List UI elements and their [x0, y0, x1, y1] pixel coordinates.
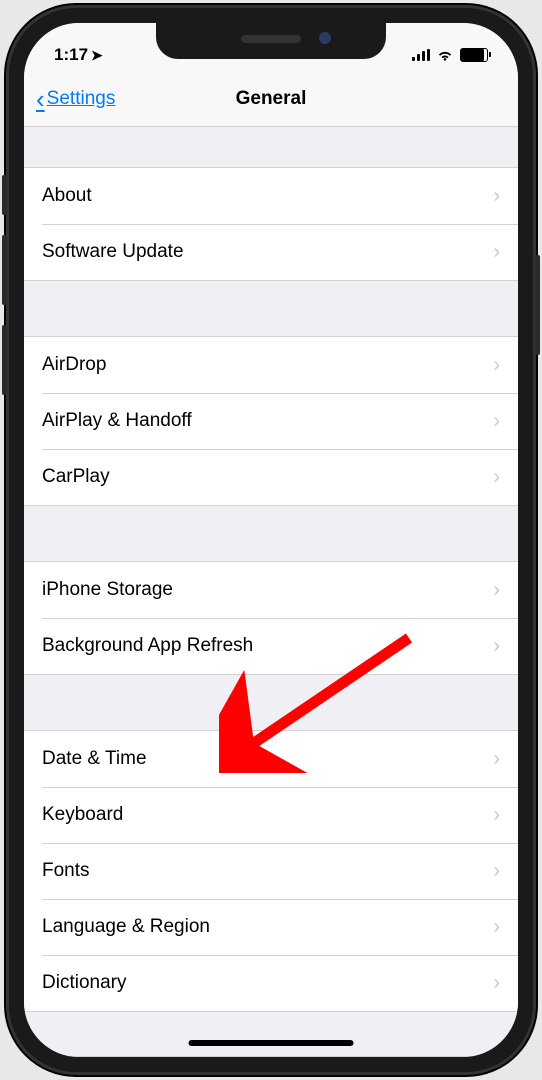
settings-group: About › Software Update ›: [24, 167, 518, 281]
row-iphone-storage[interactable]: iPhone Storage ›: [24, 562, 518, 618]
row-label: Software Update: [42, 241, 184, 263]
row-airdrop[interactable]: AirDrop ›: [24, 337, 518, 393]
row-label: iPhone Storage: [42, 579, 173, 601]
volume-down-button: [2, 325, 7, 395]
row-keyboard[interactable]: Keyboard ›: [24, 787, 518, 843]
row-label: AirPlay & Handoff: [42, 410, 192, 432]
settings-group: VPN Not Connected ›: [24, 1056, 518, 1057]
chevron-right-icon: ›: [493, 185, 500, 208]
row-label: AirDrop: [42, 354, 106, 376]
status-right: [412, 48, 488, 62]
chevron-right-icon: ›: [493, 748, 500, 771]
row-background-app-refresh[interactable]: Background App Refresh ›: [24, 618, 518, 674]
status-left: 1:17 ➤: [54, 45, 103, 65]
cellular-signal-icon: [412, 49, 430, 61]
chevron-right-icon: ›: [493, 579, 500, 602]
volume-up-button: [2, 235, 7, 305]
back-button[interactable]: ‹ Settings: [36, 86, 115, 112]
wifi-icon: [436, 48, 454, 62]
mute-switch: [2, 175, 7, 215]
chevron-left-icon: ‹: [36, 86, 45, 112]
chevron-right-icon: ›: [493, 972, 500, 995]
row-language-region[interactable]: Language & Region ›: [24, 899, 518, 955]
chevron-right-icon: ›: [493, 410, 500, 433]
group-spacer: [24, 127, 518, 167]
row-label: About: [42, 185, 92, 207]
row-date-time[interactable]: Date & Time ›: [24, 731, 518, 787]
row-label: Fonts: [42, 860, 90, 882]
row-label: Dictionary: [42, 972, 126, 994]
page-title: General: [236, 88, 307, 110]
row-fonts[interactable]: Fonts ›: [24, 843, 518, 899]
row-label: Keyboard: [42, 804, 123, 826]
content-scroll[interactable]: About › Software Update › AirDrop › AirP…: [24, 127, 518, 1057]
row-label: Language & Region: [42, 916, 210, 938]
chevron-right-icon: ›: [493, 804, 500, 827]
group-spacer: [24, 281, 518, 336]
battery-icon: [460, 48, 488, 62]
chevron-right-icon: ›: [493, 916, 500, 939]
screen: 1:17 ➤ ‹ Settings General About ›: [24, 23, 518, 1057]
row-label: Date & Time: [42, 748, 147, 770]
power-button: [535, 255, 540, 355]
back-label: Settings: [47, 88, 116, 110]
settings-group: AirDrop › AirPlay & Handoff › CarPlay ›: [24, 336, 518, 506]
row-software-update[interactable]: Software Update ›: [24, 224, 518, 280]
chevron-right-icon: ›: [493, 466, 500, 489]
row-carplay[interactable]: CarPlay ›: [24, 449, 518, 505]
home-indicator[interactable]: [189, 1040, 354, 1046]
row-about[interactable]: About ›: [24, 168, 518, 224]
phone-frame: 1:17 ➤ ‹ Settings General About ›: [6, 5, 536, 1075]
chevron-right-icon: ›: [493, 860, 500, 883]
row-airplay-handoff[interactable]: AirPlay & Handoff ›: [24, 393, 518, 449]
chevron-right-icon: ›: [493, 635, 500, 658]
row-label: CarPlay: [42, 466, 110, 488]
settings-group: Date & Time › Keyboard › Fonts › Languag…: [24, 730, 518, 1012]
row-label: Background App Refresh: [42, 635, 253, 657]
location-services-icon: ➤: [91, 47, 103, 64]
chevron-right-icon: ›: [493, 354, 500, 377]
settings-group: iPhone Storage › Background App Refresh …: [24, 561, 518, 675]
group-spacer: [24, 1012, 518, 1056]
navigation-bar: ‹ Settings General: [24, 71, 518, 127]
notch: [156, 23, 386, 59]
chevron-right-icon: ›: [493, 241, 500, 264]
group-spacer: [24, 675, 518, 730]
group-spacer: [24, 506, 518, 561]
status-time: 1:17: [54, 45, 88, 65]
row-dictionary[interactable]: Dictionary ›: [24, 955, 518, 1011]
